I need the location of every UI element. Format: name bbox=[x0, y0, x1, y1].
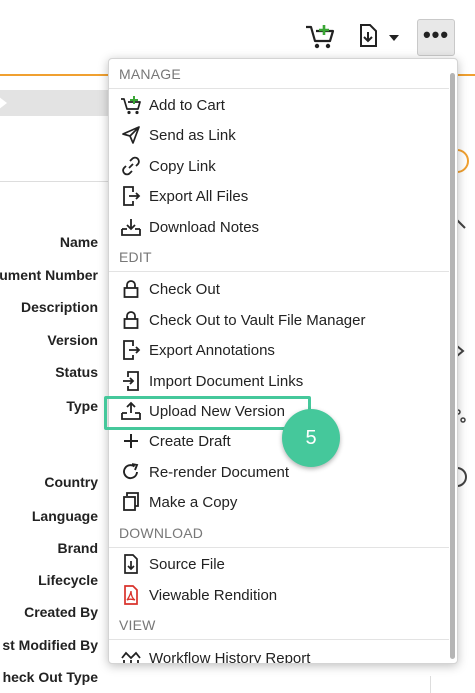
field-label-name: Name bbox=[59, 234, 98, 250]
ellipsis-icon: ••• bbox=[422, 21, 450, 47]
menu-item-label: Viewable Rendition bbox=[149, 586, 278, 604]
section-divider bbox=[0, 181, 108, 182]
field-label-created-by: Created By bbox=[24, 604, 98, 620]
menu-item-label: Create Draft bbox=[149, 432, 231, 450]
file-export-icon bbox=[120, 185, 142, 207]
tray-download-icon bbox=[120, 216, 142, 238]
field-label-status: Status bbox=[55, 364, 98, 380]
menu-item-import-document-links[interactable]: Import Document Links bbox=[109, 366, 449, 396]
cart-plus-icon bbox=[120, 94, 142, 116]
section-header-edit: EDIT bbox=[109, 242, 449, 272]
menu-item-label: Source File bbox=[149, 555, 225, 573]
menu-item-label: Send as Link bbox=[149, 126, 236, 144]
menu-item-create-draft[interactable]: Create Draft bbox=[109, 426, 449, 456]
menu-item-source-file[interactable]: Source File bbox=[109, 549, 449, 579]
section-header-view: VIEW bbox=[109, 610, 449, 640]
menu-item-label: Make a Copy bbox=[149, 493, 238, 511]
menu-item-label: Workflow History Report bbox=[149, 649, 311, 664]
more-actions-menu: MANAGE Add to Cart Send as Link Copy Lin… bbox=[108, 58, 458, 664]
menu-item-check-out-to-vault[interactable]: Check Out to Vault File Manager bbox=[109, 305, 449, 335]
section-header-manage: MANAGE bbox=[109, 59, 449, 89]
menu-item-label: Export Annotations bbox=[149, 341, 275, 359]
menu-item-label: Copy Link bbox=[149, 157, 216, 175]
pdf-icon bbox=[120, 584, 142, 606]
menu-item-label: Check Out bbox=[149, 280, 220, 298]
cart-plus-icon bbox=[304, 22, 336, 55]
plus-icon bbox=[120, 430, 142, 452]
menu-item-make-a-copy[interactable]: Make a Copy bbox=[109, 487, 449, 517]
paper-plane-icon bbox=[120, 124, 142, 146]
file-download-icon bbox=[120, 553, 142, 575]
menu-item-re-render-document[interactable]: Re-render Document bbox=[109, 457, 449, 487]
highlight-upload-new-version bbox=[104, 396, 311, 430]
field-label-check-out-type: heck Out Type bbox=[2, 669, 98, 685]
step-number-badge: 5 bbox=[282, 409, 340, 467]
menu-item-copy-link[interactable]: Copy Link bbox=[109, 151, 449, 181]
rotate-icon bbox=[120, 461, 142, 483]
more-actions-button[interactable]: ••• bbox=[417, 19, 455, 56]
menu-item-label: Download Notes bbox=[149, 218, 260, 236]
field-label-last-modified-by: st Modified By bbox=[2, 637, 98, 653]
file-export-icon bbox=[120, 339, 142, 361]
menu-item-export-annotations[interactable]: Export Annotations bbox=[109, 335, 449, 365]
section-header-download: DOWNLOAD bbox=[109, 518, 449, 548]
copy-icon bbox=[120, 491, 142, 513]
menu-item-add-to-cart[interactable]: Add to Cart bbox=[109, 90, 449, 120]
download-menu-button[interactable] bbox=[350, 20, 406, 56]
file-import-icon bbox=[120, 370, 142, 392]
lock-icon bbox=[120, 309, 142, 331]
file-download-icon bbox=[357, 23, 379, 54]
menu-item-send-as-link[interactable]: Send as Link bbox=[109, 120, 449, 150]
field-label-type: Type bbox=[66, 398, 98, 414]
field-label-version: Version bbox=[47, 332, 98, 348]
breadcrumb-bar bbox=[0, 90, 120, 116]
menu-item-label: Import Document Links bbox=[149, 372, 304, 390]
field-label-brand: Brand bbox=[57, 540, 98, 556]
field-label-lifecycle: Lifecycle bbox=[38, 572, 98, 588]
field-label-document-number: ument Number bbox=[0, 267, 98, 283]
menu-item-workflow-history-report[interactable]: Workflow History Report bbox=[109, 643, 449, 664]
menu-item-label: Re-render Document bbox=[149, 463, 290, 481]
panel-divider bbox=[430, 676, 431, 693]
caret-down-icon bbox=[389, 29, 399, 47]
link-icon bbox=[120, 155, 142, 177]
field-label-description: Description bbox=[20, 299, 98, 315]
field-label-language: Language bbox=[31, 508, 98, 524]
lock-icon bbox=[120, 278, 142, 300]
workflow-icon bbox=[120, 647, 142, 663]
menu-item-download-notes[interactable]: Download Notes bbox=[109, 212, 449, 242]
menu-item-viewable-rendition[interactable]: Viewable Rendition bbox=[109, 580, 449, 610]
menu-item-check-out[interactable]: Check Out bbox=[109, 274, 449, 304]
menu-item-label: Add to Cart bbox=[149, 96, 225, 114]
menu-item-label: Export All Files bbox=[149, 187, 249, 205]
field-label-country: Country bbox=[44, 474, 98, 490]
menu-item-export-all-files[interactable]: Export All Files bbox=[109, 181, 449, 211]
menu-item-label: Check Out to Vault File Manager bbox=[149, 311, 366, 329]
menu-scrollbar[interactable] bbox=[450, 73, 455, 659]
add-to-cart-toolbar-button[interactable] bbox=[300, 20, 340, 56]
